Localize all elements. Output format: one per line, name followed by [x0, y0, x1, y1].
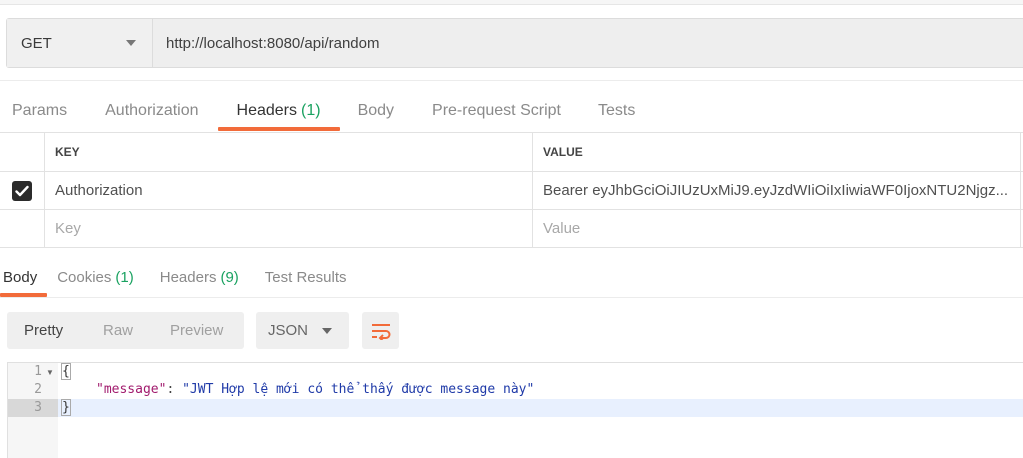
- response-tabs: Body Cookies (1) Headers (9) Test Results: [0, 258, 347, 298]
- new-value-input[interactable]: Value: [533, 210, 1021, 247]
- active-line-highlight: [8, 399, 1023, 417]
- row-checkbox-cell: [0, 172, 45, 209]
- tab-count: (1): [115, 268, 134, 286]
- view-mode-group: Pretty Raw Preview: [7, 312, 244, 349]
- url-text: http://localhost:8080/api/random: [166, 34, 380, 52]
- json-close-brace-char: }: [61, 399, 71, 416]
- tab-pre-request-script[interactable]: Pre-request Script: [432, 92, 561, 130]
- format-label: JSON: [268, 322, 309, 339]
- json-line-message: "message": "JWT Hợp lệ mới có thể thấy đ…: [96, 382, 534, 397]
- divider: [0, 297, 1023, 298]
- tab-label: Params: [12, 102, 68, 119]
- json-key: "message": [96, 382, 167, 397]
- table-header-row: KEY VALUE: [0, 133, 1023, 172]
- tab-count: (9): [220, 268, 239, 286]
- headers-table: KEY VALUE Authorization Bearer eyJhbGciO…: [0, 132, 1023, 248]
- tab-label: Body: [3, 268, 38, 286]
- header-key-text: Authorization: [55, 182, 143, 199]
- tab-body[interactable]: Body: [358, 92, 394, 130]
- top-strip: [0, 0, 1023, 5]
- tab-params[interactable]: Params: [12, 92, 67, 130]
- text-cursor: [69, 400, 71, 415]
- wrap-lines-button[interactable]: [362, 312, 399, 349]
- format-select[interactable]: JSON: [256, 312, 349, 349]
- text-wrap-icon: [371, 323, 390, 340]
- json-colon: :: [166, 382, 183, 397]
- tab-count: (1): [301, 102, 321, 119]
- url-input[interactable]: http://localhost:8080/api/random: [153, 19, 1023, 67]
- request-bar: GET http://localhost:8080/api/random: [6, 18, 1023, 68]
- tab-label: Pre-request Script: [432, 102, 561, 119]
- key-placeholder: Key: [55, 220, 81, 237]
- line-number: 2: [34, 382, 42, 397]
- request-tabs: Params Authorization Headers (1) Body Pre…: [0, 92, 635, 132]
- tab-label: Headers: [159, 268, 217, 286]
- tab-label: Authorization: [105, 102, 199, 119]
- divider: [0, 80, 1023, 81]
- check-icon: [15, 185, 29, 196]
- column-header-key: KEY: [45, 133, 533, 171]
- column-header-value: VALUE: [533, 133, 1021, 171]
- json-string-value: "JWT Hợp lệ mới có thể thấy được message…: [182, 382, 535, 397]
- chevron-down-icon: [322, 328, 332, 334]
- json-close-brace: }: [61, 399, 71, 416]
- tab-label: Headers: [236, 102, 297, 119]
- tab-authorization[interactable]: Authorization: [105, 92, 198, 130]
- checkbox-column-header: [0, 133, 45, 171]
- header-key-field[interactable]: Authorization: [45, 172, 533, 209]
- tab-response-body[interactable]: Body: [0, 258, 48, 297]
- line-number: 3: [34, 400, 42, 415]
- value-placeholder: Value: [543, 220, 581, 237]
- tab-label: Cookies: [57, 268, 112, 286]
- new-key-input[interactable]: Key: [45, 210, 533, 247]
- active-tab-indicator: [217, 127, 340, 131]
- table-row-new: Key Value: [0, 210, 1023, 248]
- tab-label: Tests: [597, 102, 636, 119]
- tab-cookies[interactable]: Cookies (1): [57, 258, 134, 296]
- response-body-editor[interactable]: 1 ▼ 2 3 { "message": "JWT Hợp lệ mới có …: [7, 362, 1023, 458]
- chevron-down-icon: [126, 40, 136, 46]
- fold-arrow-icon[interactable]: ▼: [46, 368, 54, 377]
- tab-label: Body: [357, 102, 395, 119]
- tab-response-headers[interactable]: Headers (9): [160, 258, 239, 296]
- tab-label: Test Results: [264, 268, 347, 286]
- pretty-button[interactable]: Pretty: [24, 322, 63, 339]
- tab-tests[interactable]: Tests: [598, 92, 635, 130]
- json-open-brace: {: [61, 363, 71, 380]
- tab-headers[interactable]: Headers (1): [217, 92, 340, 131]
- line-number: 1: [34, 364, 42, 379]
- header-value-text: Bearer eyJhbGciOiJIUzUxMiJ9.eyJzdWIiOiIx…: [543, 182, 1009, 199]
- method-label: GET: [21, 34, 52, 52]
- empty-checkbox-cell: [0, 210, 45, 247]
- method-select[interactable]: GET: [7, 19, 153, 67]
- header-value-field[interactable]: Bearer eyJhbGciOiJIUzUxMiJ9.eyJzdWIiOiIx…: [533, 172, 1021, 209]
- raw-button[interactable]: Raw: [103, 322, 133, 339]
- tab-test-results[interactable]: Test Results: [265, 258, 347, 296]
- row-checkbox[interactable]: [12, 180, 32, 201]
- table-row: Authorization Bearer eyJhbGciOiJIUzUxMiJ…: [0, 172, 1023, 210]
- preview-button[interactable]: Preview: [170, 322, 223, 339]
